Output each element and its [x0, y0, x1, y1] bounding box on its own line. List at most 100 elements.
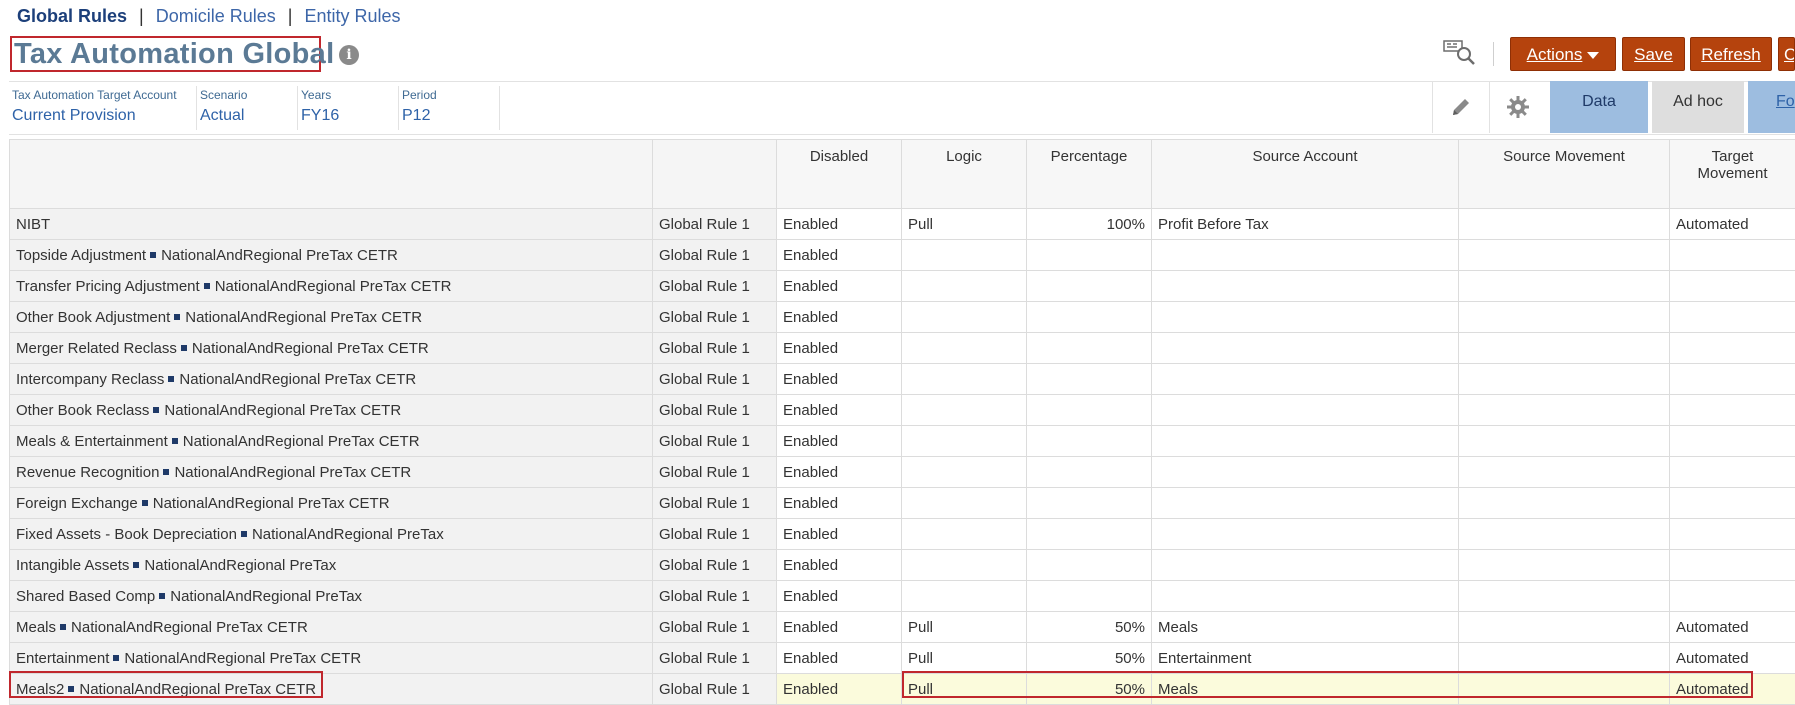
grid-cell-logic[interactable] — [902, 364, 1027, 395]
row-header-account[interactable]: Intercompany ReclassNationalAndRegional … — [10, 364, 653, 395]
grid-cell-pct[interactable] — [1027, 364, 1152, 395]
row-header-rule[interactable]: Global Rule 1 — [653, 426, 777, 457]
grid-cell-src-acct[interactable] — [1152, 457, 1459, 488]
tab-global-rules[interactable]: Global Rules — [17, 6, 127, 27]
grid-cell-pct[interactable] — [1027, 240, 1152, 271]
grid-cell-src-acct[interactable] — [1152, 240, 1459, 271]
grid-cell-disabled[interactable]: Enabled — [777, 395, 902, 426]
grid-cell-logic[interactable] — [902, 457, 1027, 488]
grid-cell-src-acct[interactable] — [1152, 519, 1459, 550]
grid-cell-src-acct[interactable] — [1152, 271, 1459, 302]
row-header-account[interactable]: Transfer Pricing AdjustmentNationalAndRe… — [10, 271, 653, 302]
grid-cell-logic[interactable] — [902, 302, 1027, 333]
settings-button[interactable] — [1489, 81, 1546, 133]
grid-cell-logic[interactable] — [902, 550, 1027, 581]
row-header-account[interactable]: Merger Related ReclassNationalAndRegiona… — [10, 333, 653, 364]
grid-cell-pct[interactable] — [1027, 488, 1152, 519]
row-header-account[interactable]: Topside AdjustmentNationalAndRegional Pr… — [10, 240, 653, 271]
grid-cell-src-acct[interactable] — [1152, 550, 1459, 581]
tab-adhoc[interactable]: Ad hoc — [1652, 81, 1744, 133]
refresh-button[interactable]: Refresh — [1690, 37, 1772, 71]
pov-period[interactable]: Period P12 — [399, 86, 500, 130]
row-header-account[interactable]: Other Book ReclassNationalAndRegional Pr… — [10, 395, 653, 426]
row-header-rule[interactable]: Global Rule 1 — [653, 550, 777, 581]
pov-target-account[interactable]: Tax Automation Target Account Current Pr… — [9, 86, 197, 130]
grid-cell-tgt-mvmt[interactable] — [1670, 240, 1795, 271]
row-header-rule[interactable]: Global Rule 1 — [653, 271, 777, 302]
grid-cell-disabled[interactable]: Enabled — [777, 488, 902, 519]
grid-cell-src-acct[interactable] — [1152, 488, 1459, 519]
grid-cell-logic[interactable] — [902, 581, 1027, 612]
grid-cell-tgt-mvmt[interactable] — [1670, 333, 1795, 364]
grid-cell-pct[interactable] — [1027, 395, 1152, 426]
grid-cell-tgt-mvmt[interactable] — [1670, 426, 1795, 457]
grid-cell-pct[interactable] — [1027, 581, 1152, 612]
row-header-rule[interactable]: Global Rule 1 — [653, 240, 777, 271]
save-button[interactable]: Save — [1622, 37, 1685, 71]
grid-cell-src-mvmt[interactable] — [1459, 395, 1670, 426]
row-header-account[interactable]: Other Book AdjustmentNationalAndRegional… — [10, 302, 653, 333]
grid-cell-tgt-mvmt[interactable] — [1670, 519, 1795, 550]
row-header-rule[interactable]: Global Rule 1 — [653, 457, 777, 488]
tab-format[interactable]: Fo — [1748, 81, 1795, 133]
grid-cell-tgt-mvmt[interactable] — [1670, 488, 1795, 519]
grid-cell-disabled[interactable]: Enabled — [777, 240, 902, 271]
grid-cell-tgt-mvmt[interactable]: Automated — [1670, 643, 1795, 674]
grid-cell-src-acct[interactable] — [1152, 395, 1459, 426]
grid-cell-pct[interactable] — [1027, 550, 1152, 581]
grid-cell-src-mvmt[interactable] — [1459, 612, 1670, 643]
grid-cell-src-mvmt[interactable] — [1459, 302, 1670, 333]
row-header-account[interactable]: Meals & EntertainmentNationalAndRegional… — [10, 426, 653, 457]
row-header-rule[interactable]: Global Rule 1 — [653, 302, 777, 333]
grid-cell-disabled[interactable]: Enabled — [777, 271, 902, 302]
grid-cell-tgt-mvmt[interactable] — [1670, 302, 1795, 333]
grid-cell-tgt-mvmt[interactable] — [1670, 457, 1795, 488]
grid-cell-pct[interactable]: 100% — [1027, 209, 1152, 240]
grid-cell-tgt-mvmt[interactable] — [1670, 364, 1795, 395]
grid-cell-src-mvmt[interactable] — [1459, 209, 1670, 240]
tab-data[interactable]: Data — [1550, 81, 1648, 133]
column-header[interactable]: Target Movement — [1670, 140, 1795, 209]
pov-scenario[interactable]: Scenario Actual — [197, 86, 298, 130]
row-header-rule[interactable]: Global Rule 1 — [653, 364, 777, 395]
grid-cell-tgt-mvmt[interactable]: Automated — [1670, 209, 1795, 240]
grid-cell-logic[interactable] — [902, 519, 1027, 550]
grid-cell-pct[interactable] — [1027, 457, 1152, 488]
row-header-account[interactable]: MealsNationalAndRegional PreTax CETR — [10, 612, 653, 643]
grid-cell-src-acct[interactable] — [1152, 333, 1459, 364]
grid-cell-src-acct[interactable] — [1152, 426, 1459, 457]
row-header-account[interactable]: Fixed Assets - Book DepreciationNational… — [10, 519, 653, 550]
grid-cell-disabled[interactable]: Enabled — [777, 302, 902, 333]
grid-cell-src-mvmt[interactable] — [1459, 581, 1670, 612]
grid-cell-src-mvmt[interactable] — [1459, 457, 1670, 488]
row-header-account[interactable]: EntertainmentNationalAndRegional PreTax … — [10, 643, 653, 674]
grid-cell-pct[interactable]: 50% — [1027, 643, 1152, 674]
grid-cell-src-acct[interactable]: Meals — [1152, 612, 1459, 643]
column-header[interactable]: Source Movement — [1459, 140, 1670, 209]
grid-cell-disabled[interactable]: Enabled — [777, 209, 902, 240]
row-header-rule[interactable]: Global Rule 1 — [653, 581, 777, 612]
row-header-rule[interactable]: Global Rule 1 — [653, 488, 777, 519]
grid-cell-logic[interactable]: Pull — [902, 209, 1027, 240]
row-header-account[interactable]: Shared Based CompNationalAndRegional Pre… — [10, 581, 653, 612]
grid-cell-src-acct[interactable] — [1152, 581, 1459, 612]
tab-entity-rules[interactable]: Entity Rules — [304, 6, 400, 27]
grid-cell-src-mvmt[interactable] — [1459, 333, 1670, 364]
column-header[interactable]: Logic — [902, 140, 1027, 209]
grid-cell-disabled[interactable]: Enabled — [777, 612, 902, 643]
grid-cell-logic[interactable] — [902, 488, 1027, 519]
row-header-account[interactable]: Revenue RecognitionNationalAndRegional P… — [10, 457, 653, 488]
grid-cell-logic[interactable] — [902, 240, 1027, 271]
actions-button[interactable]: Actions — [1510, 37, 1616, 71]
grid-cell-src-mvmt[interactable] — [1459, 519, 1670, 550]
grid-cell-tgt-mvmt[interactable] — [1670, 550, 1795, 581]
overflow-button[interactable]: C — [1778, 37, 1795, 71]
row-header-account[interactable]: Intangible AssetsNationalAndRegional Pre… — [10, 550, 653, 581]
grid-cell-disabled[interactable]: Enabled — [777, 519, 902, 550]
grid-cell-src-acct[interactable]: Entertainment — [1152, 643, 1459, 674]
grid-cell-pct[interactable] — [1027, 271, 1152, 302]
grid-cell-src-mvmt[interactable] — [1459, 643, 1670, 674]
grid-cell-src-mvmt[interactable] — [1459, 426, 1670, 457]
grid-cell-logic[interactable] — [902, 333, 1027, 364]
grid-cell-tgt-mvmt[interactable] — [1670, 395, 1795, 426]
